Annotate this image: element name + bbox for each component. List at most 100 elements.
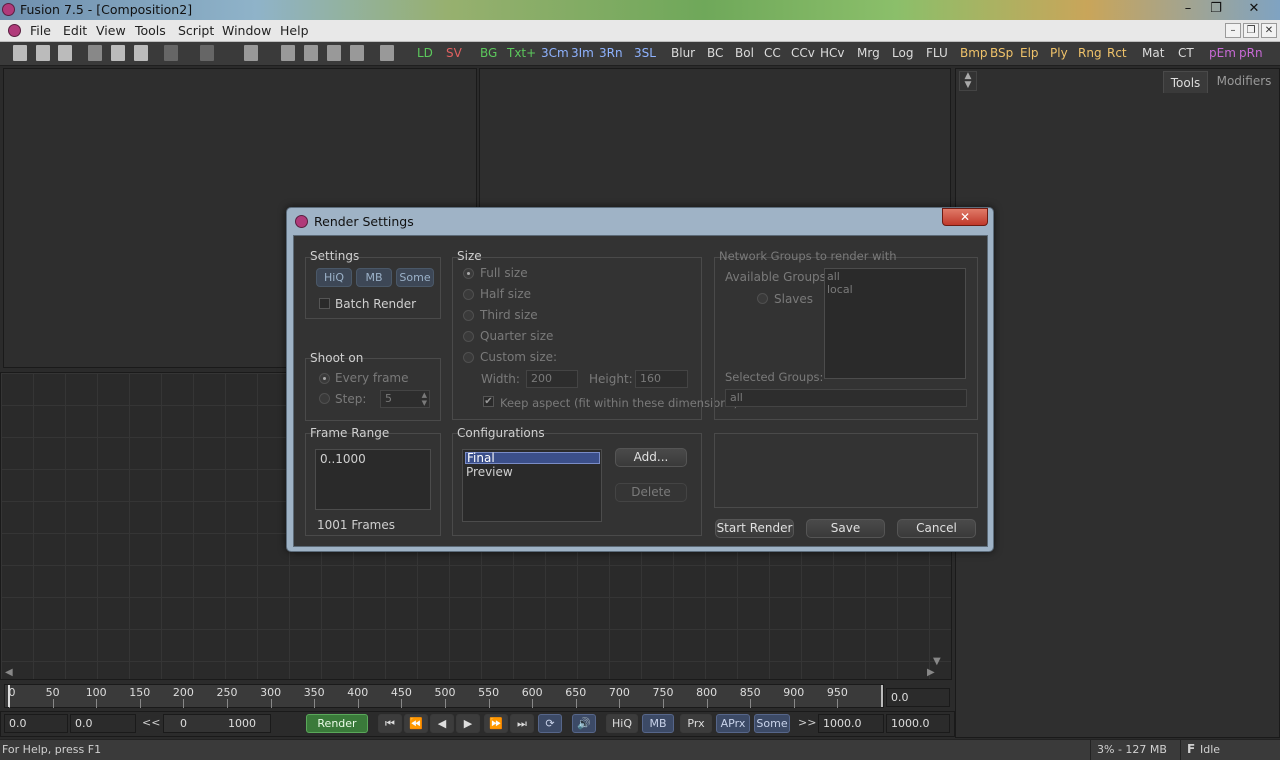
menu-window[interactable]: Window bbox=[222, 23, 271, 38]
hiq-toggle[interactable]: HiQ bbox=[316, 268, 352, 287]
tool-button[interactable]: 3Im bbox=[571, 46, 594, 60]
tool-button[interactable]: BG bbox=[480, 46, 497, 60]
menu-edit[interactable]: Edit bbox=[63, 23, 87, 38]
menu-script[interactable]: Script bbox=[178, 23, 214, 38]
tool-button[interactable]: CT bbox=[1178, 46, 1194, 60]
step-field[interactable]: 5 ▲ ▼ bbox=[380, 390, 430, 408]
full-size-radio[interactable] bbox=[463, 268, 474, 279]
range-slider[interactable]: 0 1000 bbox=[163, 714, 271, 733]
tool-button[interactable]: Mrg bbox=[857, 46, 880, 60]
time-ruler[interactable]: 0 50 100 150 200 250 300 350 400 450 500 550 600 650 7… bbox=[4, 684, 884, 708]
render-button[interactable]: Render bbox=[306, 714, 368, 733]
keep-aspect-checkbox[interactable]: ✔ bbox=[483, 396, 494, 407]
tool-button[interactable]: Elp bbox=[1020, 46, 1039, 60]
tool-button[interactable]: Log bbox=[892, 46, 913, 60]
ruler-end-marker[interactable] bbox=[881, 685, 883, 707]
width-field[interactable]: 200 bbox=[526, 370, 578, 388]
render-end-field[interactable]: 1000.0 bbox=[818, 714, 884, 733]
tool-button[interactable]: pRn bbox=[1239, 46, 1263, 60]
hiq-button[interactable]: HiQ bbox=[606, 714, 638, 733]
delete-config-button[interactable]: Delete bbox=[615, 483, 687, 502]
selected-groups-field[interactable]: all bbox=[725, 389, 967, 407]
quarter-size-radio[interactable] bbox=[463, 331, 474, 342]
prx-button[interactable]: Prx bbox=[680, 714, 712, 733]
current-time-field[interactable]: 0.0 bbox=[886, 688, 950, 707]
scroll-down-icon[interactable]: ▼ bbox=[933, 656, 941, 667]
ruler-tick-label: 800 bbox=[696, 686, 718, 699]
tool-button[interactable]: Ply bbox=[1050, 46, 1068, 60]
tool-button[interactable]: BSp bbox=[990, 46, 1013, 60]
tool-button[interactable]: CC bbox=[764, 46, 781, 60]
doc-restore-button[interactable]: ❐ bbox=[1243, 23, 1259, 38]
loop-icon[interactable]: ⟳ bbox=[538, 714, 562, 733]
render-start-field[interactable]: 0.0 bbox=[70, 714, 136, 733]
go-to-end-icon[interactable]: ⏭ bbox=[510, 714, 534, 733]
playhead[interactable] bbox=[8, 685, 10, 707]
save-button[interactable]: Save bbox=[806, 519, 885, 538]
tool-button[interactable]: Bmp bbox=[960, 46, 988, 60]
menu-help[interactable]: Help bbox=[280, 23, 309, 38]
start-render-button[interactable]: Start Render bbox=[715, 519, 794, 538]
every-frame-radio[interactable] bbox=[319, 373, 330, 384]
tool-button[interactable]: Rng bbox=[1078, 46, 1102, 60]
minimize-button[interactable]: – bbox=[1174, 0, 1202, 18]
doc-close-button[interactable]: ✕ bbox=[1261, 23, 1277, 38]
half-size-radio[interactable] bbox=[463, 289, 474, 300]
menu-view[interactable]: View bbox=[96, 23, 126, 38]
tool-button[interactable]: FLU bbox=[926, 46, 948, 60]
maximize-button[interactable]: ❐ bbox=[1202, 0, 1230, 18]
step-forward-icon[interactable]: ⏩ bbox=[484, 714, 508, 733]
global-end-field[interactable]: 1000.0 bbox=[886, 714, 950, 733]
height-field[interactable]: 160 bbox=[635, 370, 688, 388]
tool-button[interactable]: SV bbox=[446, 46, 462, 60]
tool-button[interactable]: Txt+ bbox=[507, 46, 536, 60]
audio-icon[interactable]: 🔊 bbox=[572, 714, 596, 733]
tool-button[interactable]: Blur bbox=[671, 46, 695, 60]
composition-icon[interactable] bbox=[8, 24, 21, 37]
step-spinner-icon[interactable]: ▲ ▼ bbox=[422, 391, 427, 407]
some-button[interactable]: Some bbox=[754, 714, 790, 733]
tool-button[interactable]: pEm bbox=[1209, 46, 1236, 60]
tool-button[interactable]: Rct bbox=[1107, 46, 1127, 60]
go-to-start-icon[interactable]: ⏮ bbox=[378, 714, 402, 733]
group-item[interactable]: local bbox=[827, 283, 853, 296]
play-reverse-icon[interactable]: ◀ bbox=[430, 714, 454, 733]
tool-button[interactable]: 3SL bbox=[634, 46, 656, 60]
close-window-button[interactable]: ✕ bbox=[1240, 0, 1268, 18]
tool-button[interactable]: Mat bbox=[1142, 46, 1164, 60]
tool-button[interactable]: Bol bbox=[735, 46, 754, 60]
step-back-icon[interactable]: ⏪ bbox=[404, 714, 428, 733]
custom-size-radio[interactable] bbox=[463, 352, 474, 363]
tool-button[interactable]: 3Rn bbox=[599, 46, 623, 60]
tool-button[interactable]: HCv bbox=[820, 46, 845, 60]
doc-minimize-button[interactable]: – bbox=[1225, 23, 1241, 38]
cancel-button[interactable]: Cancel bbox=[897, 519, 976, 538]
scroll-right-icon[interactable]: ▶ bbox=[927, 667, 935, 678]
tool-button[interactable]: CCv bbox=[791, 46, 815, 60]
mb-toggle[interactable]: MB bbox=[356, 268, 392, 287]
play-icon[interactable]: ▶ bbox=[456, 714, 480, 733]
tool-button[interactable]: LD bbox=[417, 46, 433, 60]
config-item[interactable]: Preview bbox=[466, 465, 513, 479]
group-item[interactable]: all bbox=[827, 270, 840, 283]
some-toggle[interactable]: Some bbox=[396, 268, 434, 287]
tool-button[interactable]: BC bbox=[707, 46, 723, 60]
mb-button[interactable]: MB bbox=[642, 714, 674, 733]
config-item[interactable]: Final bbox=[465, 452, 600, 464]
menu-tools[interactable]: Tools bbox=[135, 23, 166, 38]
frame-range-box[interactable]: 0..1000 bbox=[315, 449, 431, 510]
step-radio[interactable] bbox=[319, 393, 330, 404]
panel-toggle-icon[interactable]: ▲ ▼ bbox=[959, 71, 977, 91]
slaves-radio[interactable] bbox=[757, 293, 768, 304]
aprx-button[interactable]: APrx bbox=[716, 714, 750, 733]
tool-button[interactable]: 3Cm bbox=[541, 46, 569, 60]
add-config-button[interactable]: Add... bbox=[615, 448, 687, 467]
dialog-close-button[interactable]: ✕ bbox=[942, 208, 988, 226]
tab-tools[interactable]: Tools bbox=[1163, 71, 1208, 93]
scroll-left-icon[interactable]: ◀ bbox=[5, 667, 13, 678]
global-start-field[interactable]: 0.0 bbox=[4, 714, 68, 733]
tab-modifiers[interactable]: Modifiers bbox=[1214, 71, 1274, 93]
menu-file[interactable]: File bbox=[30, 23, 51, 38]
batch-render-checkbox[interactable] bbox=[319, 298, 330, 309]
third-size-radio[interactable] bbox=[463, 310, 474, 321]
